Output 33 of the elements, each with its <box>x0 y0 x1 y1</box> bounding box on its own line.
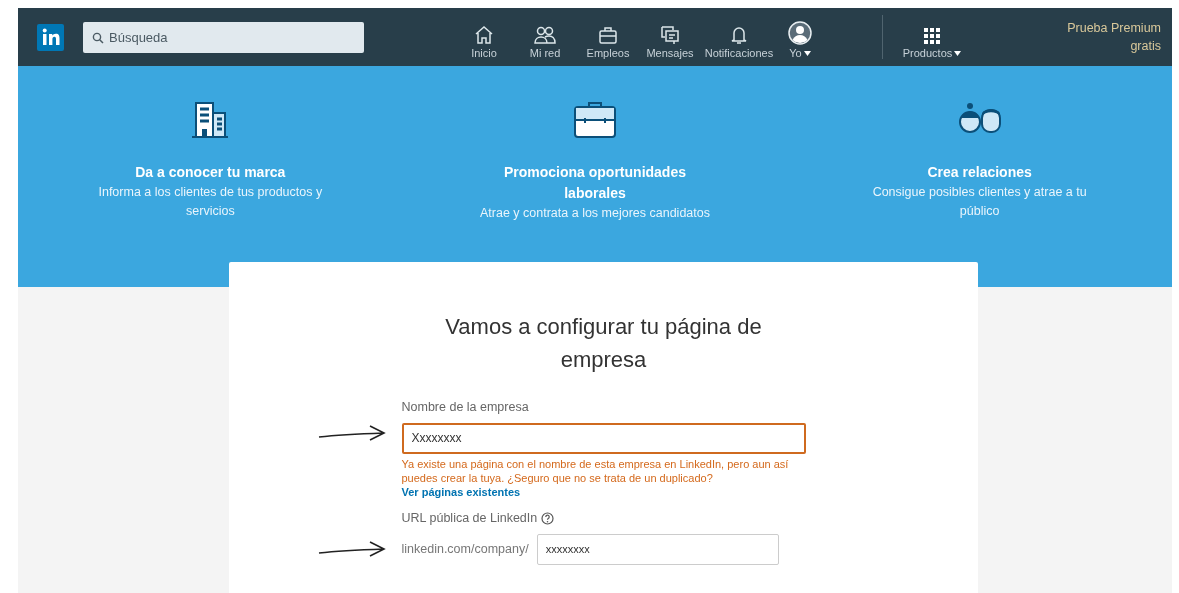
nav-item[interactable]: Mi red <box>514 8 576 66</box>
nav-item[interactable]: Inicio <box>454 8 514 66</box>
nav-item[interactable]: Productos <box>887 8 977 66</box>
home-icon <box>473 25 495 45</box>
annotation-arrow <box>317 424 386 444</box>
field-label: Nombre de la empresa <box>401 399 530 416</box>
briefcase-icon <box>597 25 619 45</box>
premium-link[interactable]: Prueba Premium gratis <box>1067 19 1161 55</box>
nav-item[interactable]: Empleos <box>576 8 640 66</box>
form-title: Vamos a configurar tu página de empresa <box>444 313 763 374</box>
feature-title: Promociona oportunidades laborales <box>502 163 687 203</box>
linkedin-logo[interactable] <box>37 23 64 51</box>
company-name-field[interactable]: Xxxxxxxx <box>401 422 806 454</box>
error-message: Ya existe una página con el nombre de esta empresa en LinkedIn, pero aun así puedes crear la tuya. ¿Seguro que no se trata de un duplicado? Ver páginas existentes <box>401 456 790 499</box>
chat-icon <box>659 25 681 45</box>
field-label: URL pública de LinkedIn <box>401 509 538 527</box>
people-icon <box>533 25 557 45</box>
existing-pages-link[interactable]: Ver páginas existentes <box>401 485 521 498</box>
annotation-arrow <box>317 539 386 560</box>
feature-description: Atrae y contrata a los mejores candidatos <box>480 205 710 222</box>
search-icon <box>92 31 104 44</box>
nav-item[interactable]: Mensajes <box>640 8 700 66</box>
company-url-field[interactable]: xxxxxxxx <box>536 533 779 565</box>
avatar-icon <box>788 21 812 45</box>
feature-description: Informa a los clientes de tus productos y servicios <box>97 184 324 220</box>
nav-item[interactable]: Yo <box>778 8 822 66</box>
feature-title: Da a conocer tu marca <box>135 163 286 182</box>
apps-grid-icon <box>923 27 941 45</box>
search-field[interactable]: Búsqueda <box>83 21 364 53</box>
feature-title: Crea relaciones <box>927 163 1032 182</box>
url-prefix: linkedin.com/company/ <box>401 540 529 558</box>
nav-item[interactable]: Notificaciones <box>700 8 778 66</box>
feature-description: Consigue posibles clientes y atrae a tu público <box>871 184 1088 220</box>
